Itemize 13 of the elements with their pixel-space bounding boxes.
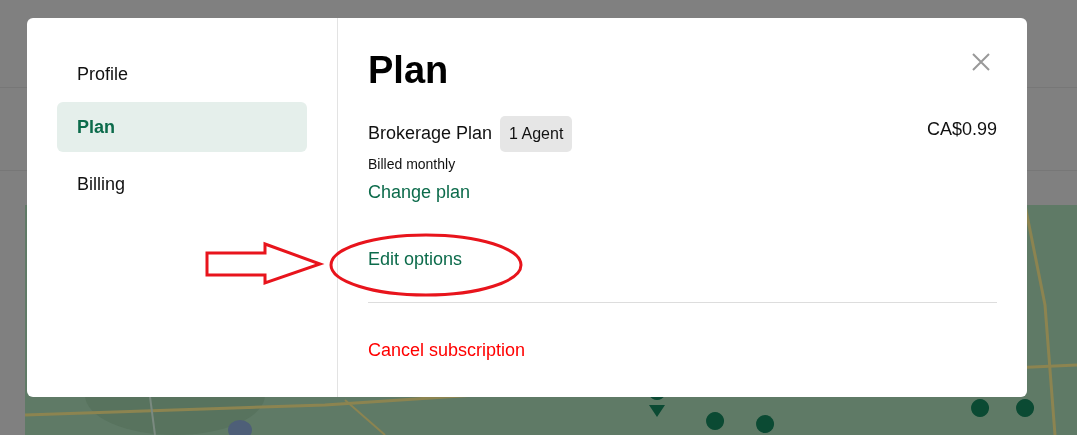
dialog-title: Plan — [368, 50, 449, 92]
agent-badge: 1 Agent — [500, 115, 573, 152]
sidebar-item[interactable]: Billing — [57, 157, 307, 212]
plan-name: Brokerage Plan — [368, 122, 493, 146]
sidebar-item[interactable]: Plan — [57, 102, 307, 152]
option-link[interactable]: Edit options — [368, 245, 463, 273]
sidebar-item[interactable]: Profile — [57, 47, 307, 102]
cancel-link[interactable]: Cancel subscription — [368, 336, 526, 364]
billing-period: Billed monthly — [368, 154, 457, 174]
close-icon — [971, 52, 991, 72]
plan-price: CA$0.99 — [926, 117, 997, 141]
option-link[interactable]: Change plan — [368, 178, 471, 206]
close-button[interactable] — [971, 52, 991, 72]
